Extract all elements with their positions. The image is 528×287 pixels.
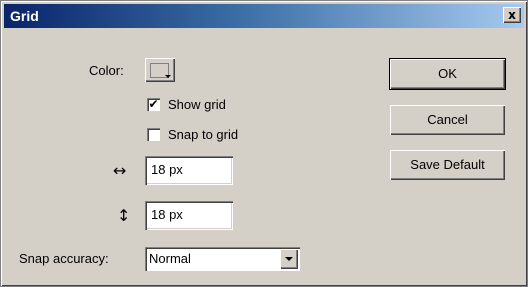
horizontal-arrows-icon: ↔ — [113, 161, 127, 180]
chevron-down-icon — [285, 257, 293, 261]
snap-to-grid-checkbox[interactable] — [147, 128, 160, 141]
vertical-spacing-input[interactable]: 18 px — [145, 201, 233, 230]
snap-accuracy-dropdown-button[interactable] — [280, 249, 298, 269]
save-default-button[interactable]: Save Default — [390, 150, 505, 180]
color-picker-button[interactable] — [145, 58, 175, 82]
snap-accuracy-label: Snap accuracy: — [19, 251, 109, 266]
horizontal-spacing-input[interactable]: 18 px — [145, 156, 233, 185]
show-grid-checkbox[interactable]: ✔ — [147, 98, 160, 111]
snap-to-grid-label[interactable]: Snap to grid — [168, 127, 238, 142]
close-button[interactable]: x — [503, 7, 521, 23]
snap-accuracy-value: Normal — [149, 251, 191, 266]
dropdown-arrow-icon — [165, 75, 171, 78]
cancel-button[interactable]: Cancel — [390, 105, 505, 135]
vertical-arrows-icon: ↕ — [117, 206, 131, 225]
color-label: Color: — [89, 63, 124, 78]
snap-accuracy-select[interactable]: Normal — [145, 247, 300, 271]
show-grid-label[interactable]: Show grid — [168, 97, 226, 112]
grid-dialog: Grid x Color: ✔ Show grid Snap to grid ↔… — [0, 0, 528, 287]
ok-button[interactable]: OK — [389, 58, 506, 90]
window-title: Grid — [10, 8, 39, 24]
title-bar[interactable]: Grid x — [4, 4, 524, 28]
